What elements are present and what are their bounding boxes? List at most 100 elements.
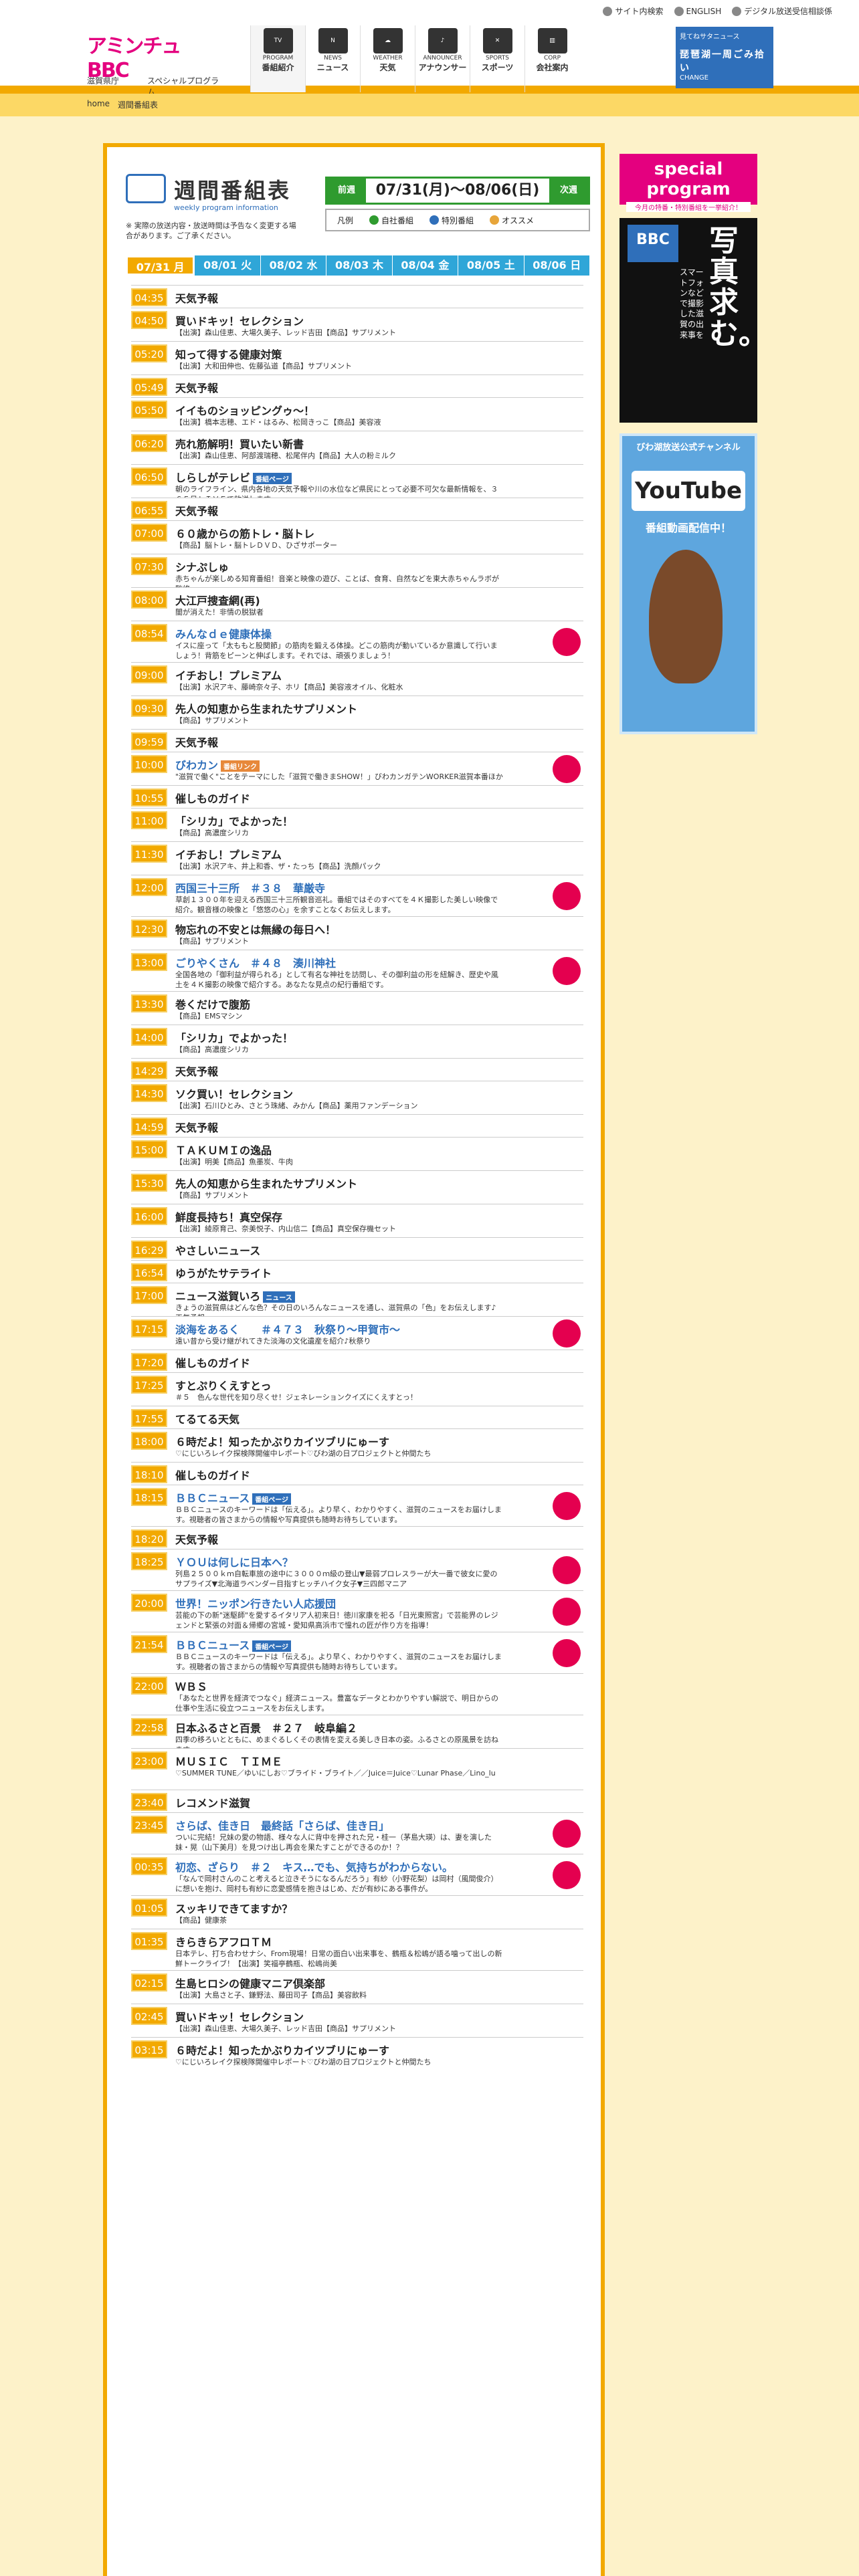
program-title[interactable]: 物忘れの不安とは無縁の毎日へ！ [175, 921, 336, 937]
detail-circle-button[interactable] [553, 1861, 581, 1889]
program-title[interactable]: レコメンド滋賀 [175, 1794, 250, 1810]
detail-circle-button[interactable] [553, 1598, 581, 1626]
program-title[interactable]: イイものショッピングゥ〜！ [175, 402, 314, 418]
logo-sub-left[interactable]: 滋賀県庁 [87, 75, 119, 86]
program-row[interactable]: 22:58 日本ふるさと百景 ＃２７ 岐阜編２ 四季の移ろいとともに、めまぐるしくそ… [131, 1715, 583, 1749]
tab-day-0805[interactable]: 08/05 土 [458, 255, 524, 276]
program-row[interactable]: 17:20 催しものガイド [131, 1350, 583, 1372]
digital-support-link[interactable]: デジタル放送受信相談係 [732, 5, 832, 17]
program-row[interactable]: 17:15 淡海をあるく ＃４７３ 秋祭り〜甲賀市〜 遠い昔から受け継がれてきた淡海… [131, 1316, 583, 1350]
program-row[interactable]: 04:50 買いドキッ！セレクション 【出演】森山佳恵、大場久美子、レッド吉田【商品… [131, 308, 583, 341]
program-row[interactable]: 16:00 鮮度長持ち！真空保存 【出演】綾原育己、奈美悦子、内山信二【商品】真空保… [131, 1204, 583, 1237]
program-title[interactable]: ニュース滋賀いろ ニュース [175, 1287, 295, 1303]
program-row[interactable]: 15:30 先人の知恵から生まれたサプリメント 【商品】サプリメント [131, 1170, 583, 1204]
program-title[interactable]: ＷＢＳ [175, 1678, 207, 1694]
program-title[interactable]: ＹＯＵは何しに日本へ？ [175, 1553, 293, 1570]
program-row[interactable]: 20:00 世界！ニッポン行きたい人応援団 芸能の下の新"迷駆師"を愛するイタリア人… [131, 1590, 583, 1632]
program-row[interactable]: 11:30 イチおし！プレミアム 【出演】水沢アキ、井上和香、ザ・たっち【商品】洗顔… [131, 841, 583, 875]
detail-circle-button[interactable] [553, 755, 581, 783]
program-row[interactable]: 14:30 ソク買い！セレクション 【出演】石川ひとみ、さとう珠緒、みかん【商品】薬… [131, 1081, 583, 1114]
program-row[interactable]: 09:59 天気予報 [131, 729, 583, 752]
program-title[interactable]: さらば、佳き日 最終話「さらば、佳き日」 [175, 1817, 389, 1833]
program-title[interactable]: ６時だよ！知ったかぶりカイツブリにゅーす [175, 2042, 389, 2058]
program-row[interactable]: 01:35 きらきらアフロＴＭ 日本テレ、打ち合わせナシ、From現場！日常の面白い… [131, 1929, 583, 1970]
program-row[interactable]: 06:55 天気予報 [131, 498, 583, 520]
program-title[interactable]: 売れ筋解明！買いたい新書 [175, 435, 304, 451]
program-row[interactable]: 18:20 天気予報 [131, 1526, 583, 1549]
tab-day-0806[interactable]: 08/06 日 [524, 255, 590, 276]
program-title[interactable]: 生島ヒロシの健康マニア倶楽部 [175, 1975, 325, 1991]
program-title[interactable]: みんなｄｅ健康体操 [175, 625, 272, 641]
program-title[interactable]: びわカン 番組リンク [175, 756, 260, 772]
next-week-button[interactable]: 次週 [549, 179, 588, 203]
program-title[interactable]: 買いドキッ！セレクション [175, 2008, 304, 2024]
program-row[interactable]: 09:00 イチおし！プレミアム 【出演】水沢アキ、藤崎奈々子、ホリ【商品】美容液オ… [131, 662, 583, 695]
program-title[interactable]: 催しものガイド [175, 790, 250, 806]
program-row[interactable]: 18:25 ＹＯＵは何しに日本へ？ 列島２５００ｋｍ自転車旅の途中に３０００ｍ級の登… [131, 1549, 583, 1590]
tab-day-0803[interactable]: 08/03 木 [326, 255, 393, 276]
program-title[interactable]: ６時だよ！知ったかぶりカイツブリにゅーす [175, 1433, 389, 1449]
program-row[interactable]: 23:00 ＭＵＳＩＣ ＴＩＭＥ ♡SUMMER TUNE／ゆいにしお♡ブライド・ブ… [131, 1748, 583, 1790]
nav-sports[interactable]: ✕ SPORTS スポーツ [470, 25, 524, 92]
nav-corp[interactable]: ▥ CORP 会社案内 [524, 25, 579, 92]
program-title[interactable]: 大江戸捜査網(再) [175, 592, 260, 608]
program-row[interactable]: 05:50 イイものショッピングゥ〜！ 【出演】橋本志穂、エド・はるみ、松岡きっこ【… [131, 397, 583, 431]
program-row[interactable]: 12:30 物忘れの不安とは無縁の毎日へ！ 【商品】サプリメント [131, 916, 583, 950]
program-row[interactable]: 17:00 ニュース滋賀いろ ニュース きょうの滋賀県はどんな色？その日のいろんなニュ… [131, 1283, 583, 1317]
program-row[interactable]: 02:45 買いドキッ！セレクション 【出演】森山佳恵、大場久美子、レッド吉田【商品… [131, 2004, 583, 2037]
program-row[interactable]: 13:00 ごりやくさん ＃４８ 湊川神社 全国各地の「御利益が得られる」として有名… [131, 950, 583, 991]
program-title[interactable]: 催しものガイド [175, 1354, 250, 1370]
program-row[interactable]: 13:30 巻くだけで腹筋 【商品】EMSマシン [131, 991, 583, 1025]
program-title[interactable]: 初恋、ざらり ＃２ キス…でも、気持ちがわからない。 [175, 1858, 453, 1874]
program-row[interactable]: 21:54 ＢＢＣニュース 番組ページ ＢＢＣニュースのキーワードは「伝える」。より早… [131, 1632, 583, 1673]
program-title[interactable]: 天気予報 [175, 502, 218, 518]
program-title[interactable]: 天気予報 [175, 1119, 218, 1135]
program-row[interactable]: 08:00 大江戸捜査網(再) 闇が消えた！非情の脱獄者 [131, 587, 583, 621]
nav-program[interactable]: TV PROGRAM 番組紹介 [250, 25, 305, 92]
program-row[interactable]: 17:55 てるてる天気 [131, 1406, 583, 1428]
program-title[interactable]: 淡海をあるく ＃４７３ 秋祭り〜甲賀市〜 [175, 1321, 400, 1337]
program-title[interactable]: ＴＡＫＵＭＩの逸品 [175, 1142, 272, 1158]
program-title[interactable]: 天気予報 [175, 1531, 218, 1547]
program-row[interactable]: 14:29 天気予報 [131, 1058, 583, 1081]
program-row[interactable]: 23:45 さらば、佳き日 最終話「さらば、佳き日」 ついに完結！兄妹の愛の物語、様… [131, 1812, 583, 1854]
program-title[interactable]: ごりやくさん ＃４８ 湊川神社 [175, 954, 336, 970]
program-row[interactable]: 03:15 ６時だよ！知ったかぶりカイツブリにゅーす ♡にじいろレイク探検隊開催中レ… [131, 2037, 583, 2070]
program-row[interactable]: 10:00 びわカン 番組リンク "滋賀で働く"ことをテーマにした「滋賀で働きまSHO… [131, 752, 583, 785]
program-title[interactable]: シナぷしゅ [175, 558, 229, 574]
program-title[interactable]: 買いドキッ！セレクション [175, 312, 304, 328]
program-tag[interactable]: 番組ページ [252, 1493, 292, 1505]
program-title[interactable]: 「シリカ」でよかった！ [175, 1029, 293, 1045]
tab-day-0804[interactable]: 08/04 金 [393, 255, 459, 276]
program-tag[interactable]: 番組ページ [253, 473, 292, 484]
program-title[interactable]: 天気予報 [175, 734, 218, 750]
program-row[interactable]: 18:10 催しものガイド [131, 1462, 583, 1485]
program-title[interactable]: イチおし！プレミアム [175, 846, 282, 862]
program-row[interactable]: 09:30 先人の知恵から生まれたサプリメント 【商品】サプリメント [131, 695, 583, 729]
english-link[interactable]: ENGLISH [674, 5, 721, 17]
nav-news[interactable]: N NEWS ニュース [305, 25, 360, 92]
program-row[interactable]: 07:00 ６０歳からの筋トレ・脳トレ 【商品】脳トレ・脳トレＤＶＤ、ひざサポーター [131, 520, 583, 554]
breadcrumb-home[interactable]: home [87, 99, 110, 110]
program-title[interactable]: ソク買い！セレクション [175, 1085, 293, 1101]
site-logo[interactable]: アミンチュBBC 滋賀県庁 スペシャルプログラム [87, 29, 221, 97]
program-title[interactable]: ゆうがたサテライト [175, 1265, 272, 1281]
program-title[interactable]: 鮮度長持ち！真空保存 [175, 1208, 282, 1224]
detail-circle-button[interactable] [553, 1556, 581, 1584]
program-row[interactable]: 10:55 催しものガイド [131, 785, 583, 808]
program-title[interactable]: ＢＢＣニュース 番組ページ [175, 1489, 292, 1505]
program-title[interactable]: スッキリできてますか？ [175, 1900, 292, 1916]
detail-circle-button[interactable] [553, 882, 581, 910]
program-title[interactable]: すとぷりくえすとっ [175, 1377, 272, 1393]
photo-request-banner[interactable]: BBC 写真求む。 スマートフォンなどで撮影した滋賀の出来事を [619, 218, 768, 423]
program-row[interactable]: 00:35 初恋、ざらり ＃２ キス…でも、気持ちがわからない。 「なんで岡村さんの… [131, 1854, 583, 1895]
prev-week-button[interactable]: 前週 [327, 179, 366, 203]
detail-circle-button[interactable] [553, 1319, 581, 1348]
program-row[interactable]: 06:20 売れ筋解明！買いたい新書 【出演】森山佳恵、阿部渡瑞穂、松尾伴内【商品】… [131, 431, 583, 464]
program-title[interactable]: 先人の知恵から生まれたサプリメント [175, 1175, 357, 1191]
program-title[interactable]: 世界！ニッポン行きたい人応援団 [175, 1595, 336, 1611]
program-title[interactable]: 「シリカ」でよかった！ [175, 813, 293, 829]
program-title[interactable]: ６０歳からの筋トレ・脳トレ [175, 525, 314, 541]
program-tag[interactable]: 番組リンク [221, 760, 260, 772]
tab-day-0801[interactable]: 08/01 火 [195, 255, 261, 276]
